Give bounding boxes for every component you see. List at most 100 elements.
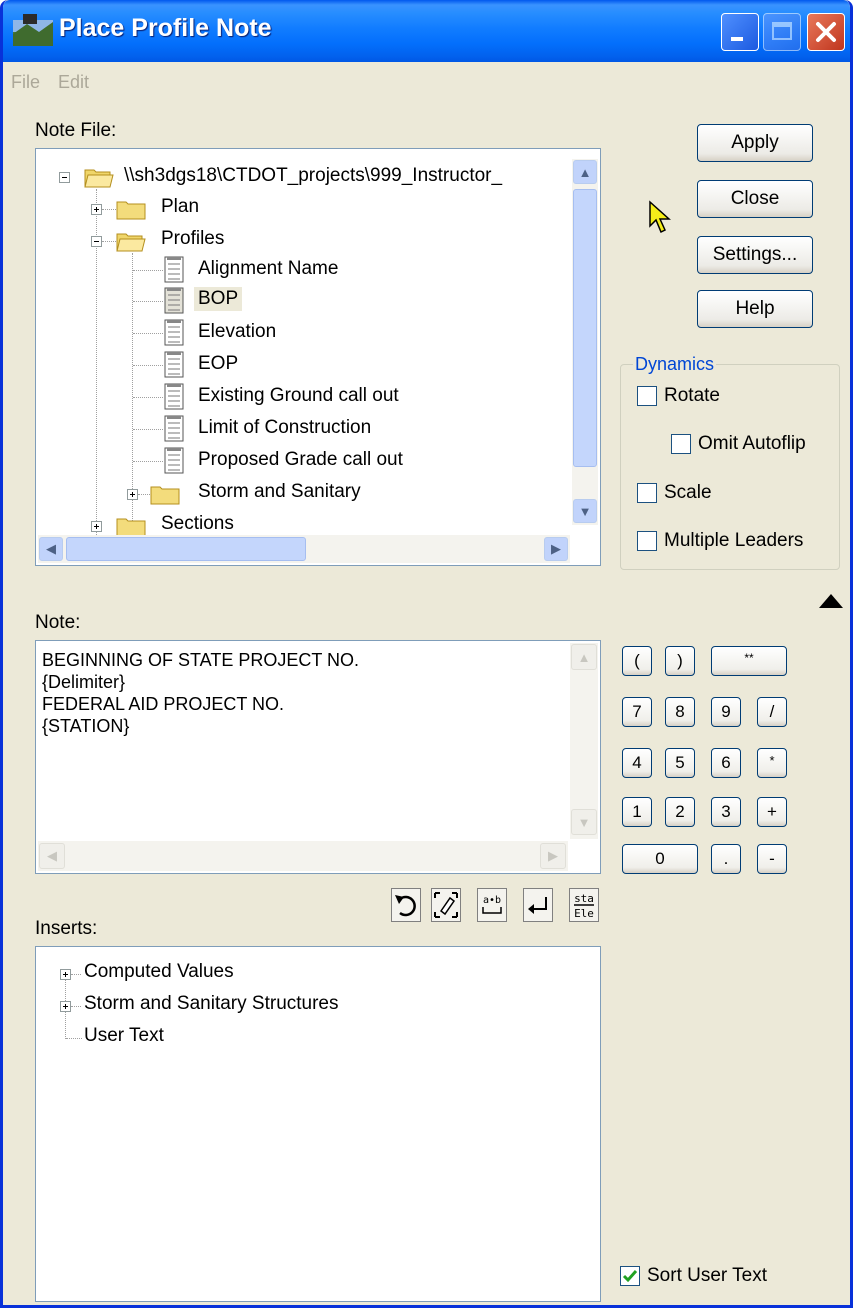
help-button[interactable]: Help	[697, 290, 813, 328]
note-document-icon	[164, 415, 184, 442]
clear-button[interactable]	[431, 888, 461, 922]
note-line: BEGINNING OF STATE PROJECT NO.	[42, 650, 360, 670]
expand-sections-icon[interactable]	[91, 521, 102, 532]
tree-item-profiles[interactable]: Profiles	[161, 228, 224, 250]
collapse-arrow-icon[interactable]	[819, 594, 843, 608]
sta-text: sta	[574, 892, 594, 905]
tree-item-limit-of-construction[interactable]: Limit of Construction	[198, 417, 371, 439]
tree-item-storm-sanitary[interactable]: Storm and Sanitary	[198, 481, 361, 503]
window-title: Place Profile Note	[59, 14, 272, 42]
newline-button[interactable]	[523, 888, 553, 922]
tree-line	[133, 333, 163, 334]
tree-horizontal-scrollbar[interactable]: ◀ ▶	[38, 535, 570, 563]
close-icon	[816, 22, 836, 42]
scroll-up-button[interactable]: ▲	[573, 160, 597, 184]
tree-item-plan[interactable]: Plan	[161, 196, 199, 218]
key-5[interactable]: 5	[665, 748, 695, 778]
note-line: FEDERAL AID PROJECT NO.	[42, 694, 285, 714]
close-window-button[interactable]	[807, 13, 845, 51]
collapse-root-icon[interactable]	[59, 172, 70, 183]
sort-user-text-label: Sort User Text	[647, 1265, 768, 1286]
key-close-paren[interactable]: )	[665, 646, 695, 676]
key-divide[interactable]: /	[757, 697, 787, 727]
ele-text: Ele	[574, 907, 594, 920]
key-2[interactable]: 2	[665, 797, 695, 827]
key-plus[interactable]: +	[757, 797, 787, 827]
scroll-down-button[interactable]: ▼	[573, 499, 597, 523]
folder-icon	[116, 201, 146, 220]
undo-button[interactable]	[391, 888, 421, 922]
tree-line	[71, 1006, 81, 1007]
inserts-tree[interactable]: Computed Values Storm and Sanitary Struc…	[35, 946, 601, 1302]
tree-item-eop[interactable]: EOP	[198, 353, 238, 375]
key-power[interactable]: **	[711, 646, 787, 676]
note-label: Note:	[35, 612, 81, 633]
note-file-label: Note File:	[35, 120, 117, 141]
key-9[interactable]: 9	[711, 697, 741, 727]
key-multiply[interactable]: *	[757, 748, 787, 778]
expand-storm-icon[interactable]	[127, 489, 138, 500]
key-decimal[interactable]: .	[711, 844, 741, 874]
tree-line	[138, 494, 150, 495]
multiple-leaders-checkbox[interactable]	[637, 531, 657, 551]
settings-button[interactable]: Settings...	[697, 236, 813, 274]
key-3[interactable]: 3	[711, 797, 741, 827]
apply-button[interactable]: Apply	[697, 124, 813, 162]
expand-computed-values-icon[interactable]	[60, 969, 71, 980]
station-elevation-button[interactable]: sta Ele	[569, 888, 599, 922]
note-document-icon	[164, 447, 184, 474]
enter-icon	[528, 897, 547, 914]
delimiter-icon-text: a•b	[483, 895, 501, 906]
tree-vertical-scrollbar[interactable]: ▲ ▼	[572, 159, 598, 525]
delimiter-button[interactable]: a•b	[477, 888, 507, 922]
tree-item-elevation[interactable]: Elevation	[198, 321, 276, 343]
tree-item-proposed-grade[interactable]: Proposed Grade call out	[198, 449, 403, 471]
omit-autoflip-checkbox[interactable]	[671, 434, 691, 454]
minimize-button[interactable]	[721, 13, 759, 51]
key-0[interactable]: 0	[622, 844, 698, 874]
key-4[interactable]: 4	[622, 748, 652, 778]
scale-label: Scale	[664, 482, 712, 503]
tree-line	[132, 253, 133, 545]
app-icon	[13, 14, 53, 46]
note-file-tree[interactable]: \\sh3dgs18\CTDOT_projects\999_Instructor…	[35, 148, 601, 566]
key-8[interactable]: 8	[665, 697, 695, 727]
menu-bar: File Edit	[3, 62, 850, 102]
tree-root-label[interactable]: \\sh3dgs18\CTDOT_projects\999_Instructor…	[124, 165, 502, 187]
tree-item-sections[interactable]: Sections	[161, 513, 234, 535]
menu-edit[interactable]: Edit	[58, 72, 89, 93]
omit-autoflip-label: Omit Autoflip	[698, 433, 806, 454]
key-minus[interactable]: -	[757, 844, 787, 874]
note-document-icon	[164, 383, 184, 410]
title-bar[interactable]: Place Profile Note	[3, 0, 850, 62]
station-elevation-icon: sta Ele	[574, 892, 594, 920]
key-1[interactable]: 1	[622, 797, 652, 827]
note-textarea[interactable]: BEGINNING OF STATE PROJECT NO. {Delimiter…	[35, 640, 601, 874]
inserts-item-user-text[interactable]: User Text	[84, 1025, 164, 1047]
tree-item-existing-ground[interactable]: Existing Ground call out	[198, 385, 399, 407]
rotate-checkbox[interactable]	[637, 386, 657, 406]
sort-user-text-checkbox[interactable]	[620, 1266, 640, 1286]
scroll-left-button[interactable]: ◀	[39, 537, 63, 561]
close-button[interactable]: Close	[697, 180, 813, 218]
menu-file[interactable]: File	[11, 72, 40, 93]
expand-plan-icon[interactable]	[91, 204, 102, 215]
tree-item-bop-selected[interactable]: BOP	[194, 287, 243, 311]
expand-storm-structures-icon[interactable]	[60, 1001, 71, 1012]
note-document-icon	[164, 319, 184, 346]
scale-checkbox[interactable]	[637, 483, 657, 503]
dynamics-label: Dynamics	[633, 354, 717, 375]
note-horizontal-scrollbar: ◀ ▶	[38, 841, 568, 871]
inserts-item-storm-structures[interactable]: Storm and Sanitary Structures	[84, 993, 339, 1015]
note-line: {STATION}	[42, 716, 130, 736]
inserts-item-computed-values[interactable]: Computed Values	[84, 961, 234, 983]
scroll-right-button[interactable]: ▶	[544, 537, 568, 561]
collapse-profiles-icon[interactable]	[91, 236, 102, 247]
key-7[interactable]: 7	[622, 697, 652, 727]
key-6[interactable]: 6	[711, 748, 741, 778]
scroll-thumb[interactable]	[573, 189, 597, 467]
key-open-paren[interactable]: (	[622, 646, 652, 676]
scroll-thumb[interactable]	[66, 537, 306, 561]
delimiter-icon: a•b	[482, 895, 502, 914]
tree-item-alignment-name[interactable]: Alignment Name	[198, 258, 338, 280]
